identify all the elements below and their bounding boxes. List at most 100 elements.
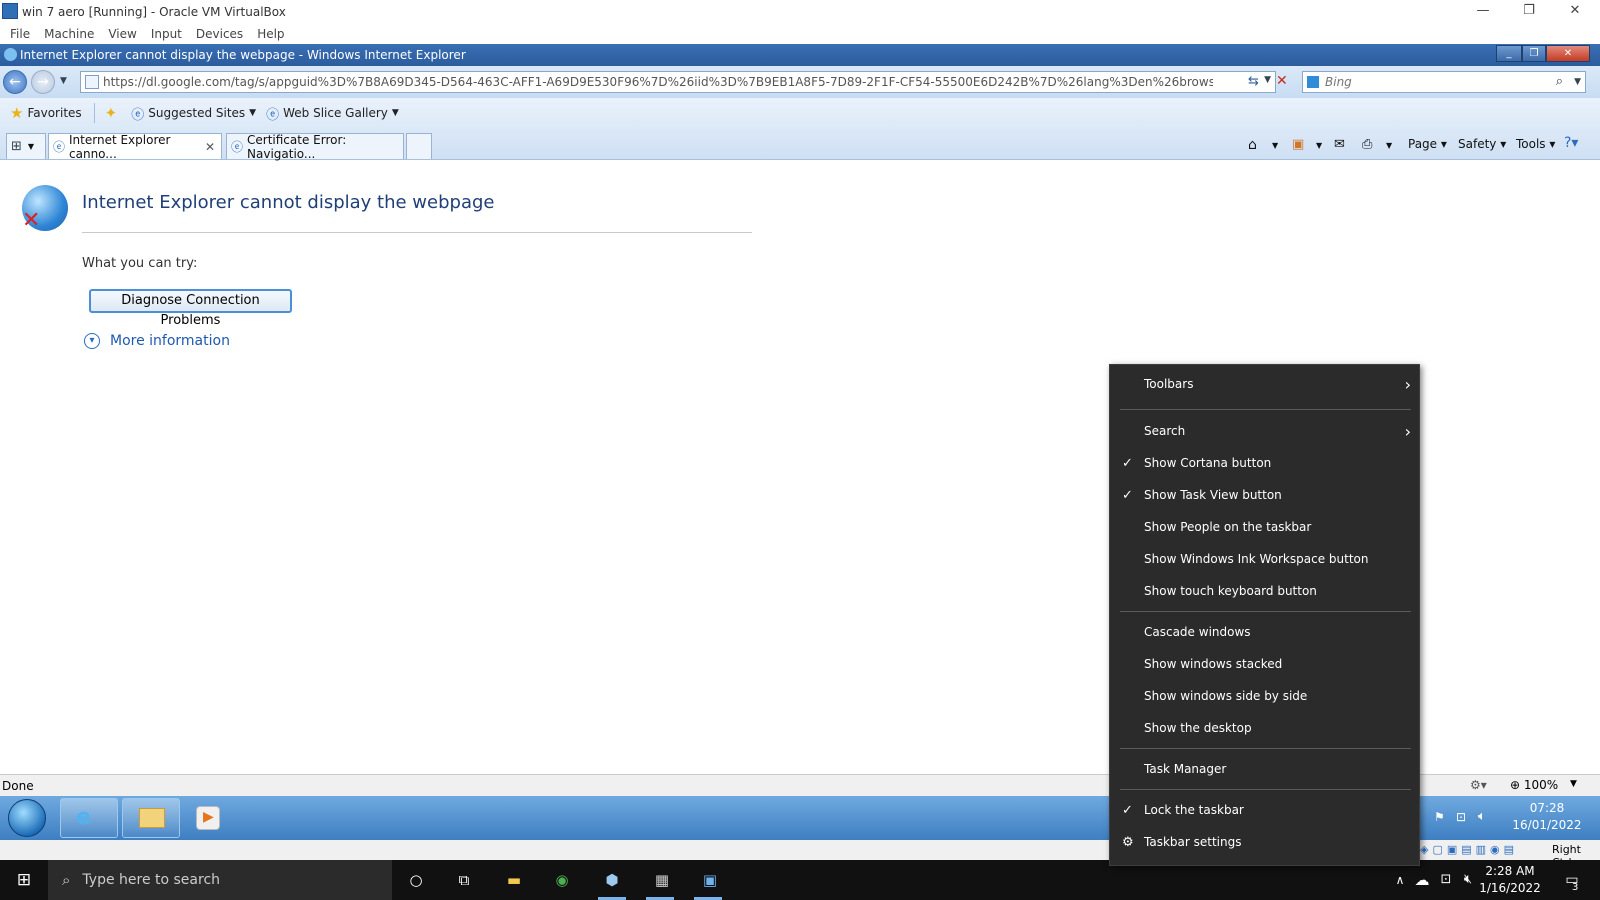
page-icon [85,75,99,89]
page-title: Internet Explorer cannot display the web… [82,192,495,213]
new-tab-button[interactable] [406,133,432,159]
menu-item-search[interactable]: Search › [1110,416,1421,446]
network-icon[interactable]: ⊡ [1434,868,1458,892]
chevron-up-icon[interactable]: ∧ [1388,868,1412,892]
menu-item-show-cortana[interactable]: ✓ Show Cortana button [1110,448,1421,478]
mail-icon[interactable]: ✉ [1334,137,1345,152]
ie-minimize-button[interactable]: _ [1496,45,1522,62]
quick-tabs-button[interactable]: ⊞ ▼ [6,133,46,159]
host-clock[interactable]: 2:28 AM 1/16/2022 [1478,863,1542,897]
ie-maximize-button[interactable]: ❐ [1522,45,1546,62]
search-input[interactable] [1325,75,1555,89]
print-icon[interactable]: ⎙ [1362,137,1372,152]
address-dropdown-icon[interactable]: ▼ [1264,75,1271,85]
tab-ie-cannot-display[interactable]: ⓔ Internet Explorer canno... ✕ [48,133,222,161]
home-icon[interactable]: ⌂ [1248,137,1257,153]
menu-help[interactable]: Help [257,27,284,41]
menu-item-label: Show Task View button [1144,488,1282,502]
tab-certificate-error[interactable]: ⓔ Certificate Error: Navigatio... [226,133,404,161]
menu-item-windows-stacked[interactable]: Show windows stacked [1110,649,1421,679]
menu-item-cascade-windows[interactable]: Cascade windows [1110,617,1421,647]
forward-button[interactable]: → [31,70,55,94]
zoom-icon: ⊕ [1510,778,1521,792]
menu-item-show-task-view[interactable]: ✓ Show Task View button [1110,480,1421,510]
ie-navigation-bar: ← → ▼ https://dl.google.com/tag/s/appgui… [0,66,1600,98]
network-icon[interactable]: ⊡ [1456,810,1466,824]
menu-item-taskbar-settings[interactable]: ⚙ Taskbar settings [1110,827,1421,857]
close-tab-icon[interactable]: ✕ [205,140,215,154]
add-favorites-button[interactable]: ✦ [105,104,122,122]
page-menu[interactable]: Page ▾ [1408,137,1447,151]
search-icon[interactable]: ⌕ [1556,74,1563,89]
volume-icon[interactable]: 🔈︎ [1478,809,1486,824]
host-search-box[interactable]: ⌕ Type here to search [48,860,392,900]
restore-button[interactable]: ❐ [1506,0,1552,24]
windows-start-icon[interactable]: ⊞ [12,868,36,892]
refresh-icon[interactable]: ⇆ [1248,74,1259,89]
volume-muted-icon[interactable]: 🔇︎ [1456,868,1480,892]
onedrive-icon[interactable]: ☁ [1410,868,1434,892]
menu-machine[interactable]: Machine [44,27,94,41]
favorites-label: Favorites [27,106,82,120]
file-explorer-icon[interactable]: ▬ [502,868,526,892]
menu-item-label: Show Cortana button [1144,456,1272,470]
chevron-down-icon[interactable]: ▼ [1386,141,1392,150]
media-player-button[interactable]: ▶ [196,806,220,830]
status-text: Done [2,778,34,793]
guest-app-icon[interactable]: ▦ [650,868,674,892]
close-button[interactable]: ✕ [1552,0,1598,24]
virtualbox-icon[interactable]: ⬢ [600,868,624,892]
taskbar-explorer-button[interactable] [122,798,180,838]
chevron-down-icon[interactable]: ▼ [1272,141,1278,150]
menu-view[interactable]: View [108,27,136,41]
suggested-sites-button[interactable]: ⓔ Suggested Sites ▼ [131,104,256,123]
address-text[interactable]: https://dl.google.com/tag/s/appguid%3D%7… [103,75,1213,89]
chevron-down-icon[interactable]: ▼ [1316,141,1322,150]
search-box[interactable]: ⌕ ▼ [1302,71,1586,93]
web-slice-gallery-button[interactable]: ⓔ Web Slice Gallery ▼ [266,104,399,123]
menu-separator [1120,611,1411,612]
guest-clock[interactable]: 07:28 16/01/2022 [1502,800,1592,834]
menu-item-side-by-side[interactable]: Show windows side by side [1110,681,1421,711]
win7-start-button[interactable] [8,799,46,837]
vbox-device-icons[interactable]: ◈▢▣▤▥◉▤ [1420,843,1518,856]
menu-item-task-manager[interactable]: Task Manager [1110,754,1421,784]
ie-close-button[interactable]: ✕ [1546,45,1590,62]
menu-item-show-touch-keyboard[interactable]: Show touch keyboard button [1110,576,1421,606]
history-dropdown-icon[interactable]: ▼ [60,76,67,86]
menu-file[interactable]: File [10,27,30,41]
menu-input[interactable]: Input [151,27,182,41]
action-center-icon[interactable]: ⚑ [1434,810,1445,824]
tools-menu[interactable]: Tools ▾ [1516,137,1555,151]
more-information-link[interactable]: ▾ More information [84,333,230,349]
stop-icon[interactable]: ✕ [1276,73,1288,89]
zoom-dropdown-icon[interactable]: ▼ [1570,779,1577,789]
search-dropdown-icon[interactable]: ▼ [1574,77,1581,87]
menu-item-show-people[interactable]: Show People on the taskbar [1110,512,1421,542]
protected-mode-icon[interactable]: ⚙▾ [1470,778,1487,792]
menu-devices[interactable]: Devices [196,27,243,41]
diagnose-connection-button[interactable]: Diagnose Connection Problems [89,289,292,328]
quick-tabs-icon: ⊞ [11,139,22,154]
menu-item-toolbars[interactable]: Toolbars › [1110,369,1421,399]
task-view-icon[interactable]: ⧉ [452,868,476,892]
menu-item-label: Show touch keyboard button [1144,584,1317,598]
menu-item-lock-taskbar[interactable]: ✓ Lock the taskbar [1110,795,1421,825]
menu-item-show-ink-workspace[interactable]: Show Windows Ink Workspace button [1110,544,1421,574]
taskbar-ie-button[interactable]: e [60,798,118,838]
menu-item-show-desktop[interactable]: Show the desktop [1110,713,1421,743]
folder-icon [139,808,165,828]
checkmark-icon: ✓ [1122,802,1133,818]
menu-item-label: Show windows stacked [1144,657,1283,671]
safety-menu[interactable]: Safety ▾ [1458,137,1506,151]
feeds-icon[interactable]: ▣ [1292,137,1304,152]
cortana-icon[interactable]: ○ [404,868,428,892]
chrome-icon[interactable]: ◉ [550,868,574,892]
favorites-button[interactable]: ★ Favorites [10,104,82,122]
back-button[interactable]: ← [3,70,27,94]
minimize-button[interactable]: — [1460,0,1506,24]
zoom-control[interactable]: ⊕ 100% [1510,778,1558,792]
address-bar[interactable]: https://dl.google.com/tag/s/appguid%3D%7… [80,71,1276,93]
help-icon[interactable]: ?▾ [1564,135,1578,151]
vbox-vm-icon[interactable]: ▣ [698,868,722,892]
